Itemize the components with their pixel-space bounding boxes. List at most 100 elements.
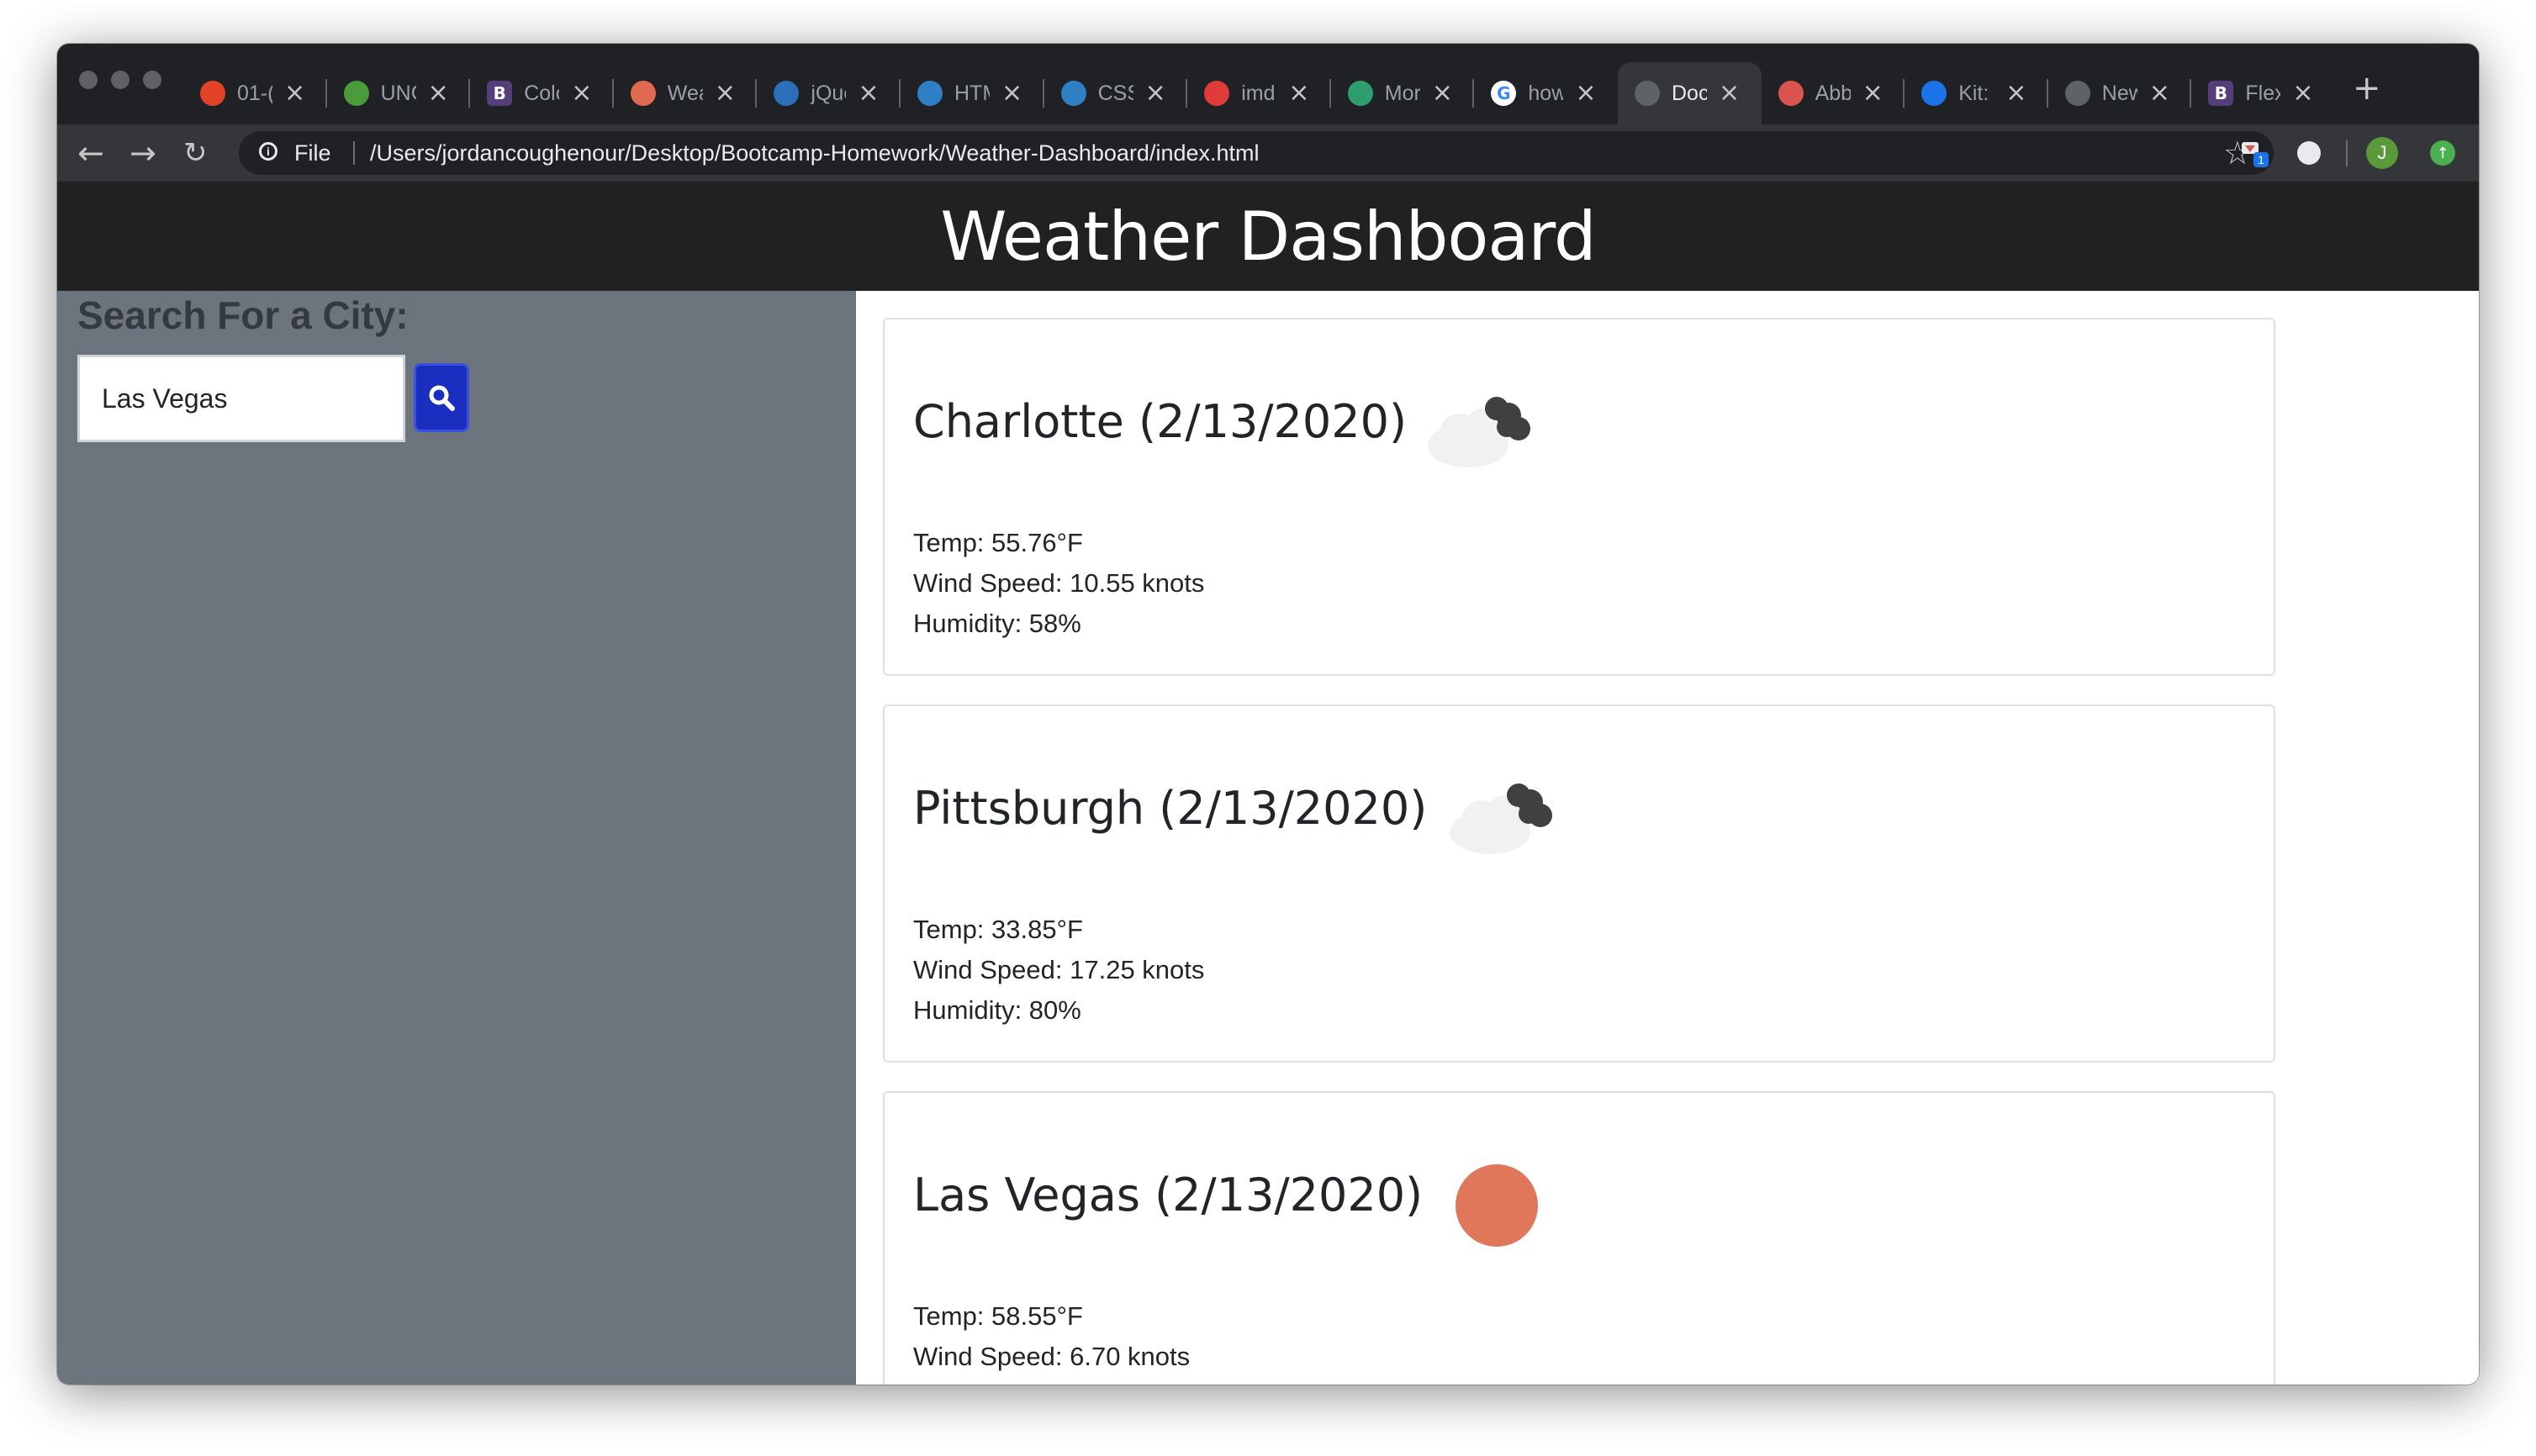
toolbar-divider [2346,140,2348,166]
browser-tab[interactable]: Doc × [1618,62,1762,124]
browser-tab[interactable]: jQue × [757,62,901,124]
tab-close-icon[interactable]: × [284,81,305,106]
tab-close-icon[interactable]: × [1575,81,1596,106]
tab-title: Colo [524,81,559,105]
browser-tab[interactable]: UNC × [327,62,471,124]
browser-toolbar: ← → ↻ i File /Users/jordancoughenour/Des… [57,124,2479,182]
weather-card: Pittsburgh (2/13/2020) Temp: 33.85°F Win… [883,704,2275,1063]
search-button[interactable] [414,363,469,432]
card-humidity: Humidity: 58% [913,609,1081,638]
tab-title: Flex [2245,81,2281,105]
sidebar: Search For a City: [57,291,856,1385]
card-city-title: Charlotte (2/13/2020) [913,395,1408,448]
imdb-icon [1204,81,1230,106]
extension-badge: 1 [2258,153,2264,166]
update-arrow-icon[interactable]: ↑ [2430,140,2455,166]
card-temp: Temp: 33.85°F [913,915,1083,944]
browser-tab[interactable]: imdb × [1187,62,1331,124]
profile-avatar[interactable]: J [2366,137,2398,169]
browser-window: 01-(×UNC×BColo×Wea×jQue×HTM×CSS×imdb×Mor… [57,44,2479,1385]
browser-tab[interactable]: B Colo × [470,62,614,124]
tab-close-icon[interactable]: × [1288,81,1309,106]
tab-title: Wea [667,81,703,105]
search-heading: Search For a City: [77,293,409,337]
browser-tab[interactable]: New × [2048,62,2192,124]
tab-close-icon[interactable]: × [858,81,879,106]
tab-close-icon[interactable]: × [715,81,736,106]
card-city-title: Pittsburgh (2/13/2020) [913,782,1428,835]
card-wind: Wind Speed: 10.55 knots [913,568,1205,598]
url-divider [353,141,355,165]
tab-close-icon[interactable]: × [2149,81,2170,106]
city-search-input[interactable] [77,355,405,442]
jquery-icon [774,81,800,106]
card-wind: Wind Speed: 6.70 knots [913,1342,1191,1371]
cloudy-icon [1428,397,1530,467]
tab-title: CSS [1097,81,1133,105]
browser-tab[interactable]: Abb × [1762,62,1905,124]
tab-title: how [1528,81,1564,105]
tab-strip: 01-(×UNC×BColo×Wea×jQue×HTM×CSS×imdb×Mor… [57,44,2479,124]
browser-tab[interactable]: Mor × [1331,62,1475,124]
info-icon[interactable]: i [259,142,277,161]
new-tab-button[interactable]: + [2353,69,2381,108]
back-arrow-icon[interactable]: ← [77,133,104,173]
w3schools-icon [1060,81,1086,106]
tab-close-icon[interactable]: × [1862,81,1884,106]
forward-arrow-icon[interactable]: → [129,133,156,173]
address-bar[interactable]: i File /Users/jordancoughenour/Desktop/B… [239,131,2274,175]
reload-icon[interactable]: ↻ [183,133,208,173]
tab-close-icon[interactable]: × [2292,81,2313,106]
tab-title: Kit: [1958,81,1989,105]
tab-title: UNC [380,81,416,105]
browser-tab[interactable]: B Flex × [2191,62,2335,124]
card-wind: Wind Speed: 17.25 knots [913,955,1205,984]
search-icon [429,385,455,411]
card-city-title: Las Vegas (2/13/2020) [913,1168,1424,1221]
browser-tab[interactable]: Ghow × [1474,62,1618,124]
globe-icon [1635,81,1660,106]
browser-tab[interactable]: HTM × [901,62,1044,124]
sun-icon [1456,1164,1538,1247]
card-temp: Temp: 55.76°F [913,528,1083,557]
bootstrap-icon: B [2208,81,2234,106]
bootstrap-icon: B [487,81,513,106]
cloudy-icon [1450,783,1552,854]
tab-close-icon[interactable]: × [1719,81,1740,106]
page-content: Weather Dashboard Search For a City: Cha… [57,182,2479,1385]
tab-close-icon[interactable]: × [428,81,449,106]
tab-title: Doc [1672,81,1707,105]
browser-tab[interactable]: 01-( × [183,62,327,124]
tab-title: jQue [811,81,846,105]
weather-card: Charlotte (2/13/2020) Temp: 55.76°F Wind… [883,318,2275,676]
card-humidity: Humidity: 80% [913,995,1081,1025]
card-temp: Temp: 58.55°F [913,1301,1083,1331]
browser-tab[interactable]: Wea × [614,62,758,124]
clock-icon [1347,81,1373,106]
extension-circle-icon[interactable] [2297,141,2321,165]
google-icon: G [1491,81,1517,106]
extension-icon[interactable]: 1 [2238,137,2270,169]
weather-card: Las Vegas (2/13/2020) Temp: 58.55°F Wind… [883,1091,2275,1385]
page-title: Weather Dashboard [940,197,1596,276]
close-window-button[interactable] [79,71,98,89]
tab-close-icon[interactable]: × [1432,81,1453,106]
tab-close-icon[interactable]: × [2005,81,2026,106]
browser-tab[interactable]: CSS × [1044,62,1188,124]
tab-title: 01-( [237,81,272,105]
results-area: Charlotte (2/13/2020) Temp: 55.76°F Wind… [856,291,2479,1385]
tab-title: New [2101,81,2137,105]
app-header: Weather Dashboard [57,182,2479,291]
minimize-window-button[interactable] [111,71,129,89]
url-text[interactable]: /Users/jordancoughenour/Desktop/Bootcamp… [370,140,1260,166]
weather-icon [630,81,656,106]
zoom-window-button[interactable] [143,71,161,89]
tab-title: HTM [954,81,990,105]
browser-tab[interactable]: Kit: × [1905,62,2048,124]
tab-close-icon[interactable]: × [571,81,592,106]
flag-icon [1921,81,1947,106]
unc-icon [343,81,369,106]
tab-close-icon[interactable]: × [1145,81,1166,106]
tab-close-icon[interactable]: × [1001,81,1022,106]
url-scheme-label: File [294,140,331,166]
